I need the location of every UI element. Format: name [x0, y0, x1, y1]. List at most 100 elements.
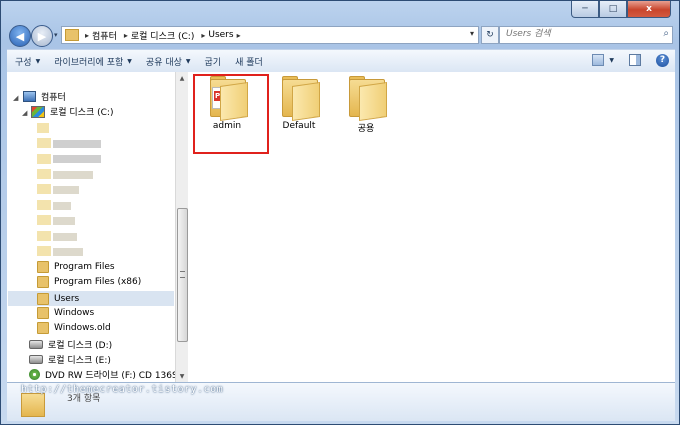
collapse-arrow-icon[interactable]: ◢: [13, 94, 18, 102]
navigation-bar: ◀ ▶ ▾ ▸ 컴퓨터 ▸ 로컬 디스크 (C:) ▸ Users ▸ ▾ ↻ …: [7, 23, 675, 47]
breadcrumb-label: 컴퓨터: [92, 31, 117, 42]
obscured-label: [53, 217, 75, 225]
search-icon[interactable]: ⌕: [663, 28, 669, 39]
dropdown-arrow-icon: ▼: [127, 57, 132, 65]
back-button[interactable]: ◀: [9, 25, 31, 47]
folder-icon: [37, 322, 49, 334]
navigation-pane-scrollbar[interactable]: ▲ ▼: [175, 72, 188, 382]
obscured-label: [53, 186, 79, 194]
tree-item-windows-old[interactable]: Windows.old: [37, 322, 111, 334]
help-button[interactable]: ?: [656, 53, 669, 67]
obscured-folder-icon: [37, 169, 51, 179]
folder-item-public[interactable]: 공용: [331, 74, 401, 134]
obscured-label: [53, 140, 101, 148]
share-with-button[interactable]: 공유 대상 ▼: [146, 55, 191, 68]
dropdown-arrow-icon: ▼: [35, 57, 41, 65]
folder-icon: PSD: [206, 76, 248, 121]
forward-button[interactable]: ▶: [31, 25, 53, 47]
folder-icon: [37, 276, 49, 288]
views-dropdown-arrow-icon[interactable]: ▼: [609, 57, 614, 64]
breadcrumb-users[interactable]: ▸ Users ▸: [198, 30, 243, 40]
maximize-button[interactable]: □: [599, 1, 627, 18]
explorer-window: ─ □ x ◀ ▶ ▾ ▸ 컴퓨터 ▸ 로컬 디스크 (C:) ▸ Users …: [0, 0, 680, 425]
dropdown-arrow-icon: ▼: [185, 57, 191, 65]
file-list[interactable]: PSD admin Default 공용: [188, 72, 675, 382]
obscured-folder-icon: [37, 138, 51, 148]
tree-item-label: 로컬 디스크 (D:): [48, 341, 113, 351]
grip-icon: [180, 271, 185, 278]
tree-item-label: Windows.old: [54, 323, 111, 333]
obscured-folder-icon: [37, 200, 51, 210]
command-bar: 구성 ▼ 라이브러리에 포함 ▼ 공유 대상 ▼ 굽기 새 폴더 ▼ ?: [7, 49, 675, 73]
chevron-right-icon: ▸: [123, 30, 128, 40]
tree-item-label: Windows: [54, 308, 95, 318]
chevron-right-icon: ▸: [201, 30, 206, 40]
folder-item-admin[interactable]: PSD admin: [192, 74, 269, 154]
tree-item-program-files[interactable]: Program Files: [37, 261, 115, 273]
recent-pages-dropdown[interactable]: ▾: [54, 31, 58, 39]
close-button[interactable]: x: [627, 1, 671, 18]
view-controls: ▼ ?: [583, 53, 669, 67]
folder-icon: [278, 76, 320, 121]
scroll-up-arrow-icon[interactable]: ▲: [176, 72, 188, 84]
obscured-folder-icon: [37, 215, 51, 225]
computer-icon: [23, 91, 36, 102]
tree-item-label: 로컬 디스크 (C:): [50, 108, 114, 118]
tree-item-local-disk-e[interactable]: 로컬 디스크 (E:): [29, 353, 111, 366]
drive-icon: [29, 340, 43, 349]
minimize-button[interactable]: ─: [571, 1, 599, 18]
obscured-label: [53, 202, 71, 210]
change-view-button[interactable]: [591, 53, 605, 67]
organize-button[interactable]: 구성 ▼: [15, 55, 40, 68]
navigation-pane[interactable]: ◢ 컴퓨터 ◢ 로컬 디스크 (C:) Program Files Progra…: [7, 72, 188, 382]
obscured-label: [53, 171, 93, 179]
chevron-right-icon: ▸: [85, 30, 90, 40]
tree-item-program-files-x86[interactable]: Program Files (x86): [37, 276, 141, 288]
drive-icon: [29, 355, 43, 364]
search-input[interactable]: [500, 27, 646, 41]
folder-icon: [37, 261, 49, 273]
folder-icon: [65, 29, 79, 41]
system-drive-icon: [31, 105, 45, 118]
organize-label: 구성: [15, 57, 32, 68]
obscured-folder-icon: [37, 123, 49, 133]
include-in-library-button[interactable]: 라이브러리에 포함 ▼: [54, 55, 132, 68]
collapse-arrow-icon[interactable]: ◢: [22, 109, 27, 117]
tree-item-windows[interactable]: Windows: [37, 307, 94, 319]
dvd-icon: [29, 369, 40, 380]
caption-buttons: ─ □ x: [571, 1, 671, 18]
folder-item-default[interactable]: Default: [264, 74, 334, 131]
obscured-label: [53, 233, 77, 241]
obscured-label: [53, 155, 101, 163]
views-icon: [592, 54, 605, 66]
tree-item-label: Program Files: [54, 262, 115, 272]
obscured-label: [53, 248, 83, 256]
tree-item-users[interactable]: Users: [8, 291, 174, 306]
tree-item-label: Program Files (x86): [54, 277, 142, 287]
preview-pane-button[interactable]: [628, 53, 642, 67]
folder-icon: [21, 393, 45, 417]
tree-item-dvd-drive[interactable]: DVD RW 드라이브 (F:) CD 136S: [29, 368, 178, 381]
chevron-right-icon: ▸: [236, 30, 241, 40]
tree-item-label: DVD RW 드라이브 (F:) CD 136S: [45, 371, 178, 381]
search-box[interactable]: ⌕: [499, 26, 673, 44]
scrollbar-thumb[interactable]: [177, 208, 188, 342]
new-folder-button[interactable]: 새 폴더: [235, 55, 263, 68]
refresh-button[interactable]: ↻: [481, 26, 499, 44]
breadcrumb-local-disk-c[interactable]: ▸ 로컬 디스크 (C:): [121, 29, 194, 42]
tree-item-label: Users: [54, 293, 80, 304]
watermark-text: http://themecreator.tistory.com: [21, 384, 224, 395]
breadcrumb-computer[interactable]: ▸ 컴퓨터: [82, 29, 117, 42]
address-bar[interactable]: ▸ 컴퓨터 ▸ 로컬 디스크 (C:) ▸ Users ▸ ▾: [61, 26, 479, 44]
folder-icon: [37, 292, 49, 305]
tree-item-label: 컴퓨터: [41, 93, 66, 103]
tree-item-computer[interactable]: 컴퓨터: [23, 90, 66, 103]
tree-item-local-disk-d[interactable]: 로컬 디스크 (D:): [29, 338, 112, 351]
tree-item-label: 로컬 디스크 (E:): [48, 356, 111, 366]
obscured-folder-icon: [37, 154, 51, 164]
burn-button[interactable]: 굽기: [205, 55, 222, 68]
tree-item-local-disk-c[interactable]: 로컬 디스크 (C:): [31, 105, 113, 118]
address-dropdown-button[interactable]: ▾: [470, 29, 474, 38]
share-with-label: 공유 대상: [145, 57, 182, 68]
scroll-down-arrow-icon[interactable]: ▼: [176, 370, 188, 382]
